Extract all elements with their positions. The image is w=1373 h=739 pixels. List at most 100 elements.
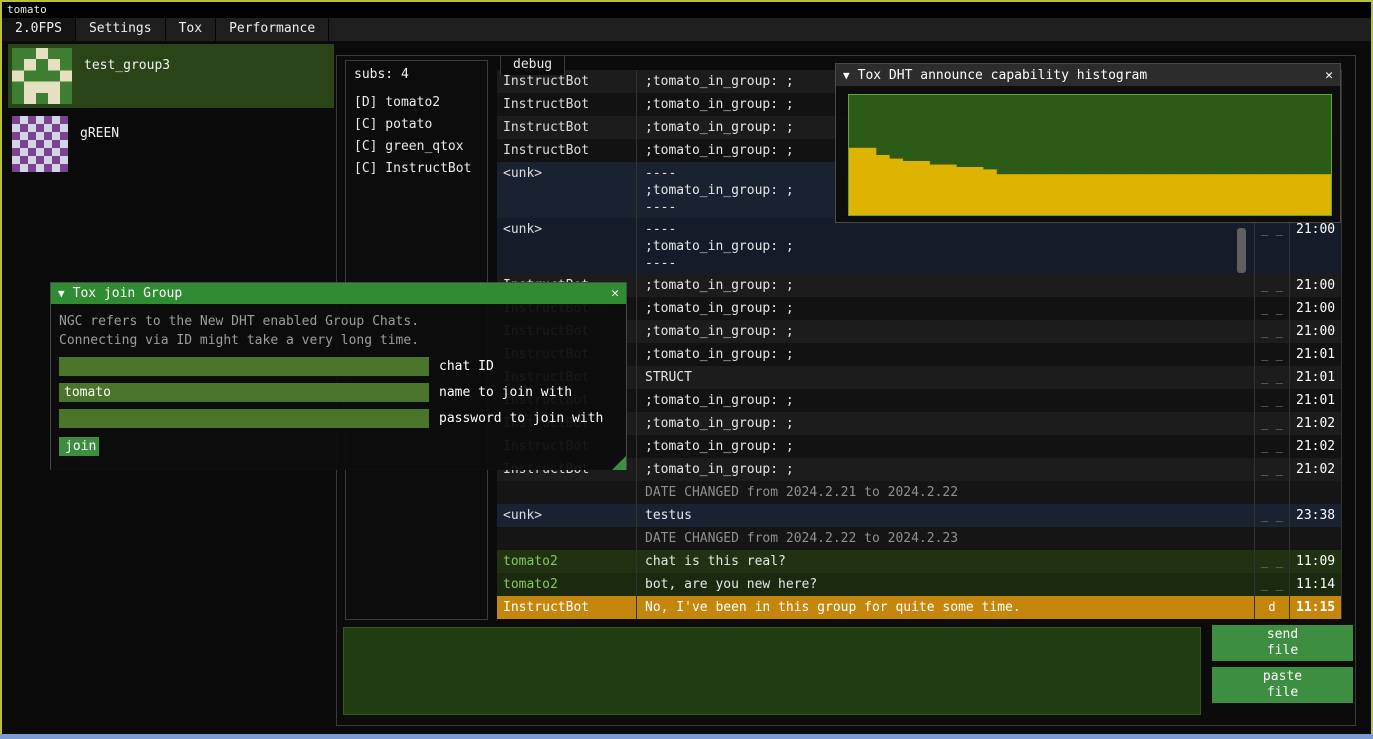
send-file-label-line2: file (1267, 643, 1298, 659)
chat-row[interactable]: tomato2chat is this real?_ _11:09 (497, 550, 1341, 573)
chat-scrollbar-thumb[interactable] (1237, 228, 1246, 273)
join-group-window-body: NGC refers to the New DHT enabled Group … (51, 304, 626, 470)
read-marker (1255, 527, 1290, 550)
message-text: ;tomato_in_group: ; (637, 343, 1255, 366)
message-text: ;tomato_in_group: ; (637, 412, 1255, 435)
timestamp: 21:00 (1290, 297, 1341, 320)
window-titlebar[interactable]: tomato (2, 2, 1371, 18)
subs-list: [D] tomato2[C] potato[C] green_qtox[C] I… (346, 92, 487, 180)
chat-id-input[interactable] (59, 357, 429, 376)
join-group-window-titlebar[interactable]: ▼ Tox join Group ✕ (51, 283, 626, 304)
menu-performance[interactable]: Performance (216, 18, 329, 41)
sender-name: InstructBot (497, 596, 637, 619)
timestamp: 21:00 (1290, 320, 1341, 343)
join-name-label: name to join with (439, 385, 572, 400)
histogram-window-titlebar[interactable]: ▼ Tox DHT announce capability histogram … (836, 64, 1340, 86)
read-marker: _ _ (1255, 550, 1290, 573)
join-group-window: ▼ Tox join Group ✕ NGC refers to the New… (50, 282, 627, 470)
join-button[interactable]: join (59, 437, 99, 456)
subs-member[interactable]: [C] potato (346, 114, 487, 136)
join-password-label: password to join with (439, 411, 603, 426)
message-text: DATE CHANGED from 2024.2.22 to 2024.2.23 (637, 527, 1255, 550)
sidebar-item-green[interactable]: gREEN (8, 112, 334, 176)
collapse-icon[interactable]: ▼ (843, 69, 850, 82)
sender-name: InstructBot (497, 139, 637, 162)
collapse-icon[interactable]: ▼ (58, 287, 65, 300)
chat-row[interactable]: <unk>----;tomato_in_group: ;----_ _21:00 (497, 218, 1341, 274)
menu-tox[interactable]: Tox (166, 18, 216, 41)
histogram-window-title: Tox DHT announce capability histogram (858, 68, 1148, 83)
bottom-resize-strip (0, 734, 1373, 739)
join-info-line2: Connecting via ID might take a very long… (59, 331, 618, 350)
paste-file-label-line1: paste (1263, 669, 1302, 685)
sender-name (497, 481, 637, 504)
sender-name: InstructBot (497, 93, 637, 116)
message-input[interactable] (343, 627, 1201, 715)
timestamp: 11:14 (1290, 573, 1341, 596)
timestamp: 21:01 (1290, 389, 1341, 412)
sidebar-item-test-group3[interactable]: test_group3 (8, 44, 334, 108)
menu-settings[interactable]: Settings (76, 18, 166, 41)
app-window: tomato 2.0FPS Settings Tox Performance t… (0, 0, 1373, 739)
message-text: No, I've been in this group for quite so… (637, 596, 1255, 619)
histogram-window: ▼ Tox DHT announce capability histogram … (835, 63, 1341, 223)
read-marker: _ _ (1255, 320, 1290, 343)
tab-debug[interactable]: debug (500, 55, 565, 75)
chat-row[interactable]: tomato2bot, are you new here?_ _11:14 (497, 573, 1341, 596)
subs-member[interactable]: [D] tomato2 (346, 92, 487, 114)
message-text: ;tomato_in_group: ; (637, 274, 1255, 297)
paste-file-button[interactable]: paste file (1212, 667, 1353, 703)
close-icon[interactable]: ✕ (611, 286, 619, 301)
timestamp: 21:02 (1290, 412, 1341, 435)
chat-row[interactable]: DATE CHANGED from 2024.2.22 to 2024.2.23 (497, 527, 1341, 550)
read-marker: _ _ (1255, 573, 1290, 596)
group-name: test_group3 (84, 58, 170, 73)
send-file-label-line1: send (1267, 627, 1298, 643)
join-password-input[interactable] (59, 409, 429, 428)
timestamp: 21:02 (1290, 458, 1341, 481)
sender-name: InstructBot (497, 116, 637, 139)
message-text: ;tomato_in_group: ; (637, 297, 1255, 320)
histogram-plot (848, 94, 1332, 216)
read-marker: _ _ (1255, 435, 1290, 458)
group-name: gREEN (80, 126, 119, 141)
subs-member[interactable]: [C] InstructBot (346, 158, 487, 180)
chat-id-label: chat ID (439, 359, 494, 374)
sender-name: <unk> (497, 162, 637, 218)
message-text: testus (637, 504, 1255, 527)
read-marker: _ _ (1255, 218, 1290, 274)
group-avatar-icon (12, 116, 68, 172)
read-marker: _ _ (1255, 274, 1290, 297)
join-group-window-title: Tox join Group (73, 286, 183, 301)
histogram-bars (849, 95, 1331, 215)
close-icon[interactable]: ✕ (1325, 68, 1333, 83)
timestamp: 21:00 (1290, 274, 1341, 297)
timestamp: 21:01 (1290, 366, 1341, 389)
paste-file-label-line2: file (1267, 685, 1298, 701)
subs-member[interactable]: [C] green_qtox (346, 136, 487, 158)
chat-row[interactable]: InstructBotNo, I've been in this group f… (497, 596, 1341, 619)
message-text: chat is this real? (637, 550, 1255, 573)
chat-row[interactable]: DATE CHANGED from 2024.2.21 to 2024.2.22 (497, 481, 1341, 504)
read-marker (1255, 481, 1290, 504)
window-title: tomato (7, 3, 47, 16)
sender-name: tomato2 (497, 550, 637, 573)
timestamp: 21:01 (1290, 343, 1341, 366)
chat-row[interactable]: <unk>testus_ _23:38 (497, 504, 1341, 527)
join-name-input[interactable] (59, 383, 429, 402)
read-marker: _ _ (1255, 343, 1290, 366)
read-marker: _ _ (1255, 412, 1290, 435)
timestamp (1290, 527, 1341, 550)
sender-name (497, 527, 637, 550)
timestamp: 11:09 (1290, 550, 1341, 573)
timestamp (1290, 481, 1341, 504)
message-text: ;tomato_in_group: ; (637, 458, 1255, 481)
send-file-button[interactable]: send file (1212, 625, 1353, 661)
read-marker: _ _ (1255, 504, 1290, 527)
message-text: ;tomato_in_group: ; (637, 435, 1255, 458)
timestamp: 11:15 (1290, 596, 1341, 619)
message-text: STRUCT (637, 366, 1255, 389)
histogram-window-body (836, 86, 1340, 222)
window-resize-grip[interactable] (612, 456, 626, 470)
menubar: 2.0FPS Settings Tox Performance (2, 18, 1371, 41)
